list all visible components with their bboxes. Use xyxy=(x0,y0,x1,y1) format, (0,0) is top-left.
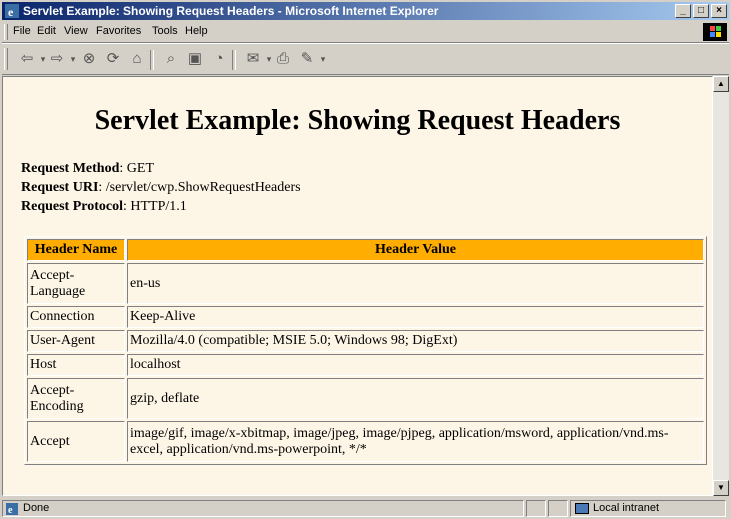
header-value-cell: gzip, deflate xyxy=(127,378,704,419)
status-text: Done xyxy=(23,502,50,514)
menu-edit[interactable]: Edit xyxy=(37,25,56,37)
header-name-cell: User-Agent xyxy=(27,330,125,352)
svg-text:e: e xyxy=(8,505,13,516)
table-row: Accept-Language en-us xyxy=(27,263,704,304)
windows-logo-icon xyxy=(703,23,727,41)
menu-help[interactable]: Help xyxy=(185,25,208,37)
table-header-row: Header Name Header Value xyxy=(27,239,704,261)
menu-favorites[interactable]: Favorites xyxy=(96,25,141,37)
header-value-cell: Mozilla/4.0 (compatible; MSIE 5.0; Windo… xyxy=(127,330,704,352)
scroll-down-icon[interactable]: ▼ xyxy=(713,480,729,496)
refresh-icon[interactable]: ⟳ xyxy=(104,50,122,68)
menu-bar: File Edit View Favorites Tools Help xyxy=(2,22,729,43)
vertical-scrollbar[interactable]: ▲ ▼ xyxy=(713,76,729,496)
home-icon[interactable]: ⌂ xyxy=(128,50,146,68)
table-row: Host localhost xyxy=(27,354,704,376)
minimize-button[interactable]: _ xyxy=(675,4,691,18)
table-row: Accept image/gif, image/x-xbitmap, image… xyxy=(27,421,704,462)
request-protocol-line: Request Protocol: HTTP/1.1 xyxy=(21,199,187,214)
toolbar: ⇦ ▾ ⇨ ▾ ⊗ ⟳ ⌂ ⌕ ▣ ◔ ✉ ▾ ⎙ ✎ ▾ xyxy=(2,43,729,75)
print-icon[interactable]: ⎙ xyxy=(274,50,292,68)
request-method-line: Request Method: GET xyxy=(21,161,154,176)
close-button[interactable]: × xyxy=(711,4,727,18)
status-bar: e Done Local intranet xyxy=(2,498,729,518)
column-header-value: Header Value xyxy=(127,239,704,261)
svg-text:e: e xyxy=(8,5,14,19)
search-icon[interactable]: ⌕ xyxy=(162,50,180,68)
intranet-icon xyxy=(575,503,589,514)
header-name-cell: Host xyxy=(27,354,125,376)
header-value-cell: Keep-Alive xyxy=(127,306,704,328)
favorites-icon[interactable]: ▣ xyxy=(186,50,204,68)
ie-logo-icon: e xyxy=(5,4,19,19)
window-title: Servlet Example: Showing Request Headers… xyxy=(23,4,439,18)
header-name-cell: Accept-Language xyxy=(27,263,125,304)
scroll-up-icon[interactable]: ▲ xyxy=(713,76,729,92)
column-header-name: Header Name xyxy=(27,239,125,261)
title-bar[interactable]: e Servlet Example: Showing Request Heade… xyxy=(2,2,729,20)
header-value-cell: localhost xyxy=(127,354,704,376)
menu-view[interactable]: View xyxy=(64,25,88,37)
status-zone-pane: Local intranet xyxy=(570,500,726,517)
headers-table: Header Name Header Value Accept-Language… xyxy=(24,236,707,465)
status-main-pane: e Done xyxy=(2,500,524,517)
table-row: Accept-Encoding gzip, deflate xyxy=(27,378,704,419)
menu-file[interactable]: File xyxy=(13,25,31,37)
header-name-cell: Accept-Encoding xyxy=(27,378,125,419)
header-name-cell: Accept xyxy=(27,421,125,462)
table-row: User-Agent Mozilla/4.0 (compatible; MSIE… xyxy=(27,330,704,352)
request-uri-line: Request URI: /servlet/cwp.ShowRequestHea… xyxy=(21,180,301,195)
history-icon[interactable]: ◔ xyxy=(210,50,228,68)
header-name-cell: Connection xyxy=(27,306,125,328)
header-value-cell: en-us xyxy=(127,263,704,304)
page-title: Servlet Example: Showing Request Headers xyxy=(94,105,621,136)
maximize-button[interactable]: □ xyxy=(693,4,709,18)
header-value-cell: image/gif, image/x-xbitmap, image/jpeg, … xyxy=(127,421,704,462)
zone-label: Local intranet xyxy=(593,502,660,514)
page-content: Servlet Example: Showing Request Headers… xyxy=(2,76,713,496)
table-row: Connection Keep-Alive xyxy=(27,306,704,328)
stop-icon[interactable]: ⊗ xyxy=(80,50,98,68)
menu-tools[interactable]: Tools xyxy=(152,25,178,37)
browser-window: e Servlet Example: Showing Request Heade… xyxy=(0,0,731,519)
page-icon: e xyxy=(6,503,18,516)
edit-dropdown-icon[interactable]: ▾ xyxy=(314,50,332,68)
